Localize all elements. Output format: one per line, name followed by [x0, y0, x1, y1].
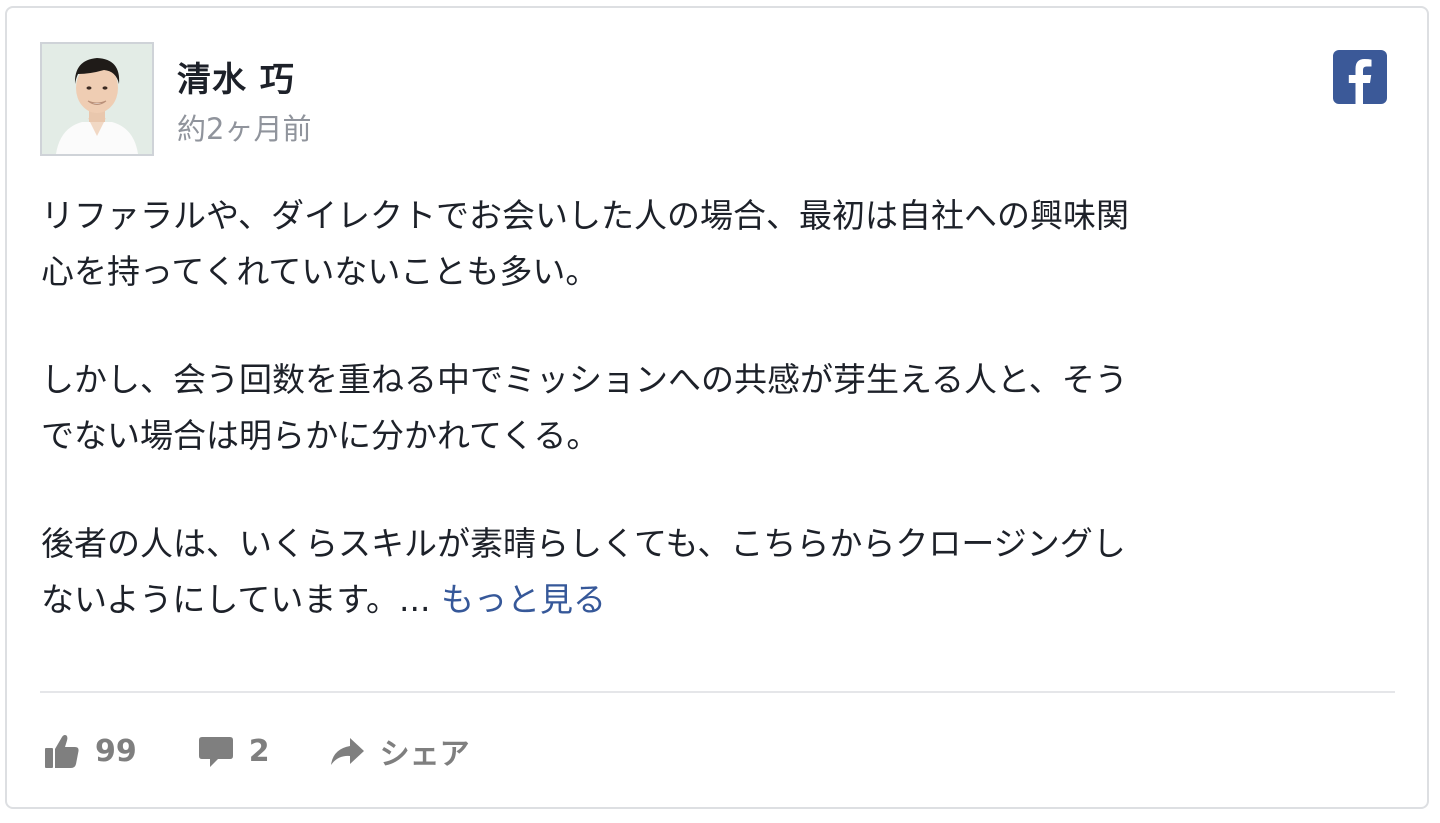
like-count: 99 — [95, 733, 137, 769]
facebook-icon[interactable] — [1333, 50, 1387, 104]
post-paragraph: リファラルや、ダイレクトでお会いした人の場合、最初は自社への興味関 心を持ってくれ… — [41, 188, 1391, 300]
post-timestamp[interactable]: 約2ヶ月前 — [177, 106, 311, 148]
comment-button[interactable]: 2 — [197, 732, 270, 770]
comment-count: 2 — [248, 733, 270, 769]
divider — [40, 691, 1395, 693]
share-button[interactable]: シェア — [328, 729, 470, 773]
share-label: シェア — [379, 737, 470, 772]
facebook-post-card: 清水 巧 約2ヶ月前 リファラルや、ダイレクトでお会いした人の場合、最初は自社へ… — [5, 6, 1429, 809]
author-name[interactable]: 清水 巧 — [177, 52, 295, 101]
like-button[interactable]: 99 — [43, 732, 137, 770]
action-bar: 99 2 シェア — [43, 726, 470, 776]
post-line: 後者の人は、いくらスキルが素晴らしくても、こちらからクロージングし — [41, 524, 1126, 563]
post-line: しかし、会う回数を重ねる中でミッションへの共感が芽生える人と、そう — [41, 360, 1128, 399]
post-line: リファラルや、ダイレクトでお会いした人の場合、最初は自社への興味関 — [41, 196, 1130, 235]
share-arrow-icon — [330, 738, 364, 765]
post-paragraph: 後者の人は、いくらスキルが素晴らしくても、こちらからクロージングし ないようにして… — [41, 516, 1391, 628]
author-avatar[interactable] — [40, 42, 154, 156]
post-line: でない場合は明らかに分かれてくる。 — [41, 416, 600, 455]
avatar-photo-icon — [42, 44, 152, 154]
post-line: 心を持ってくれていないことも多い。 — [41, 252, 599, 291]
post-body: リファラルや、ダイレクトでお会いした人の場合、最初は自社への興味関 心を持ってくれ… — [41, 188, 1391, 628]
post-paragraph: しかし、会う回数を重ねる中でミッションへの共感が芽生える人と、そう でない場合は明… — [41, 352, 1391, 464]
post-line: ないようにしています。... — [41, 580, 431, 619]
comment-icon — [198, 737, 233, 767]
thumbs-up-icon — [45, 735, 79, 768]
see-more-link[interactable]: もっと見る — [441, 580, 606, 619]
